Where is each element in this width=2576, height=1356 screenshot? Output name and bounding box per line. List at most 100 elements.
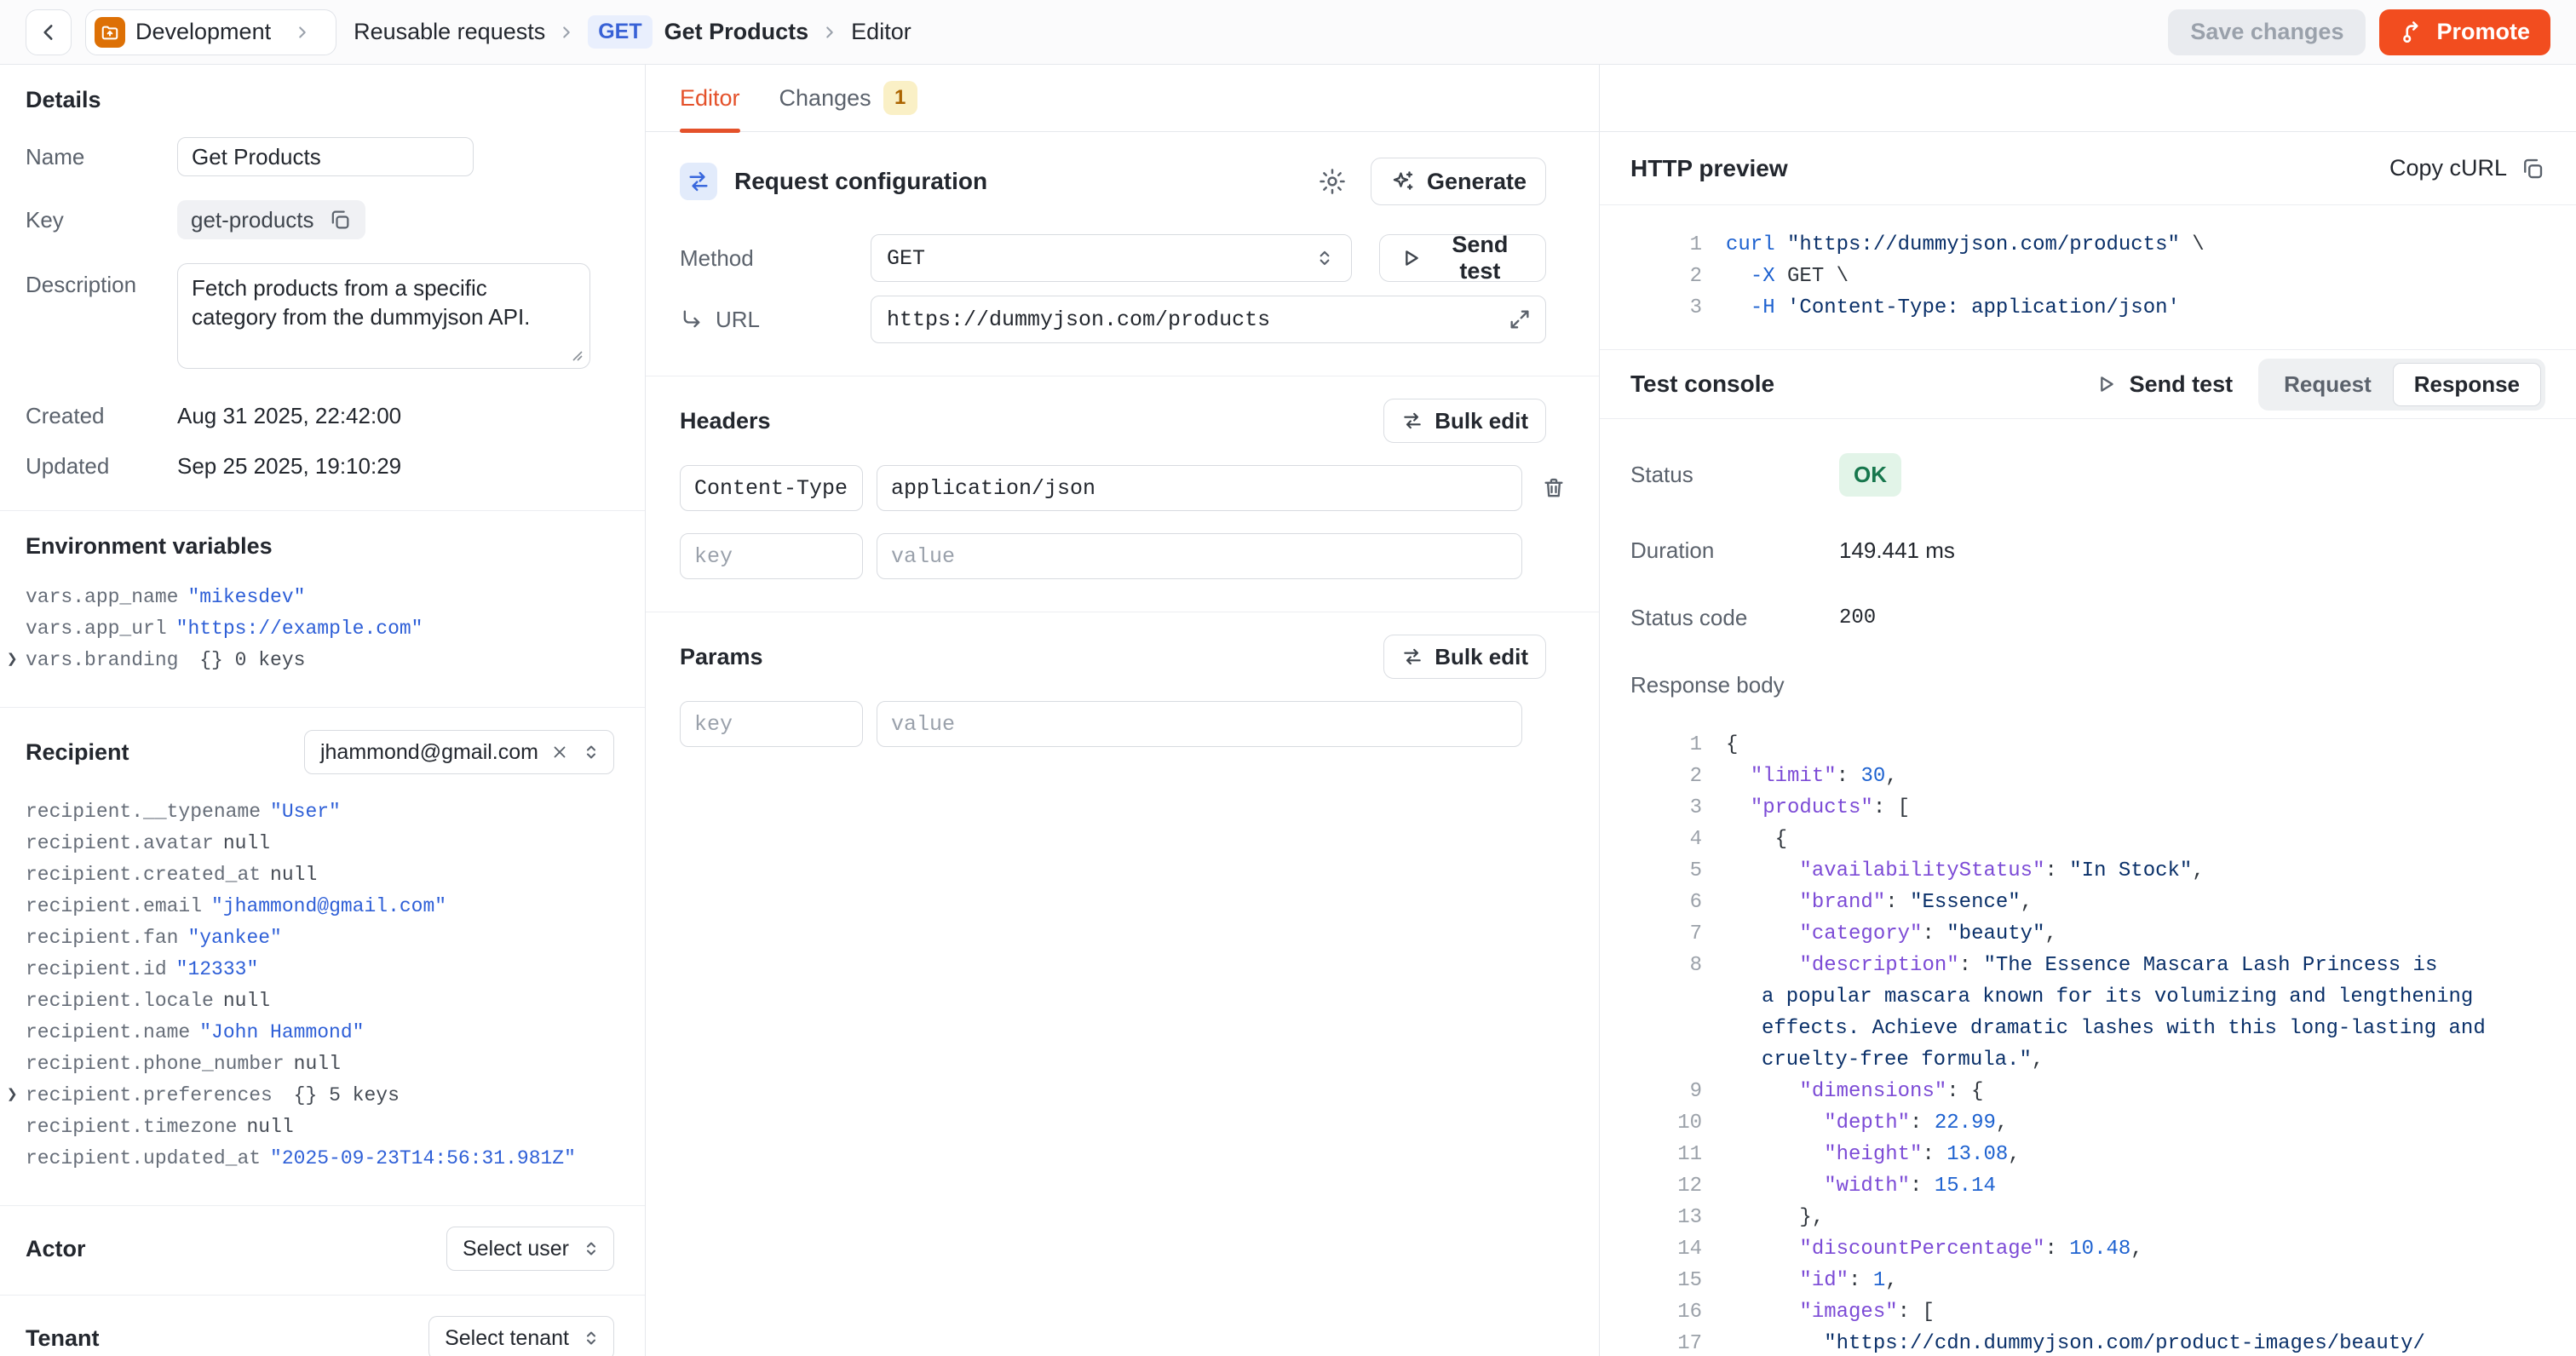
variable-row: vars.app_url"https://example.com" bbox=[26, 613, 614, 645]
recipient-property-row: recipient.avatarnull bbox=[26, 828, 614, 859]
actor-title: Actor bbox=[26, 1236, 86, 1262]
editor-panel: Editor Changes 1 Request configuration bbox=[646, 65, 1600, 1356]
request-configuration-section: Request configuration Generate Method bbox=[646, 132, 1599, 376]
breadcrumb-request-name[interactable]: Get Products bbox=[664, 19, 809, 45]
variable-row: vars.app_name"mikesdev" bbox=[26, 582, 614, 613]
panel-top-strip bbox=[1600, 65, 2576, 132]
recipient-property-row: recipient.localenull bbox=[26, 985, 614, 1017]
updated-value: Sep 25 2025, 19:10:29 bbox=[177, 453, 401, 480]
recipient-property-row: recipient.updated_at"2025-09-23T14:56:31… bbox=[26, 1143, 614, 1175]
details-sidebar: Details Name Key get-products Descriptio… bbox=[0, 65, 646, 1356]
request-response-toggle: Request Response bbox=[2258, 359, 2545, 411]
header-row: Content-Type application/json bbox=[680, 465, 1546, 511]
recipient-title: Recipient bbox=[26, 739, 129, 766]
breadcrumb-editor[interactable]: Editor bbox=[851, 19, 911, 45]
back-button[interactable] bbox=[26, 9, 72, 55]
code-line: 15 "id": 1, bbox=[1630, 1265, 2552, 1296]
header-key-input[interactable]: Content-Type bbox=[680, 465, 863, 511]
headers-bulk-edit-button[interactable]: Bulk edit bbox=[1383, 399, 1546, 443]
params-bulk-edit-button[interactable]: Bulk edit bbox=[1383, 635, 1546, 679]
environment-switcher[interactable]: Development bbox=[85, 9, 336, 55]
recipient-select[interactable]: jhammond@gmail.com bbox=[304, 730, 614, 774]
method-badge: GET bbox=[588, 15, 652, 49]
tab-editor[interactable]: Editor bbox=[680, 65, 740, 131]
sparkles-icon bbox=[1390, 169, 1416, 194]
params-title: Params bbox=[680, 644, 763, 670]
editor-tabs: Editor Changes 1 bbox=[646, 65, 1599, 132]
chevron-right-icon bbox=[820, 23, 839, 42]
expand-icon[interactable] bbox=[1508, 307, 1532, 331]
resize-handle-icon[interactable] bbox=[568, 347, 584, 362]
recipient-property-row: recipient.email"jhammond@gmail.com" bbox=[26, 891, 614, 922]
header-value-input[interactable]: value bbox=[877, 533, 1522, 579]
status-code-value: 200 bbox=[1839, 606, 1876, 629]
chevron-left-icon bbox=[37, 21, 60, 43]
code-line: 8 "description": "The Essence Mascara La… bbox=[1630, 950, 2552, 981]
code-line: effects. Achieve dramatic lashes with th… bbox=[1630, 1013, 2552, 1044]
promote-button[interactable]: Promote bbox=[2379, 9, 2550, 55]
expand-chevron-icon[interactable]: ❯ bbox=[7, 645, 18, 676]
test-console-header: Test console Send test Request Response bbox=[1600, 349, 2576, 419]
request-configuration-title: Request configuration bbox=[734, 168, 987, 195]
toggle-response[interactable]: Response bbox=[2393, 363, 2541, 406]
name-label: Name bbox=[26, 144, 177, 170]
param-key-input[interactable]: key bbox=[680, 701, 863, 747]
chevron-up-down-icon bbox=[581, 1238, 601, 1259]
tab-changes[interactable]: Changes 1 bbox=[779, 65, 917, 131]
copy-curl-button[interactable]: Copy cURL bbox=[2389, 155, 2545, 181]
updated-label: Updated bbox=[26, 453, 177, 480]
corner-down-right-icon bbox=[680, 307, 704, 331]
code-line: 7 "category": "beauty", bbox=[1630, 918, 2552, 950]
tenant-select[interactable]: Select tenant bbox=[428, 1316, 614, 1356]
recipient-property-row: recipient.fan"yankee" bbox=[26, 922, 614, 954]
bulk-edit-icon bbox=[1401, 646, 1423, 668]
http-preview-header: HTTP preview Copy cURL bbox=[1600, 132, 2576, 205]
curl-code-block: 1curl "https://dummyjson.com/products" \… bbox=[1600, 205, 2576, 349]
param-value-input[interactable]: value bbox=[877, 701, 1522, 747]
test-console-body: Status OK Duration 149.441 ms Status cod… bbox=[1600, 419, 2576, 724]
bulk-edit-icon bbox=[1401, 410, 1423, 432]
promote-icon bbox=[2400, 20, 2425, 45]
code-line: 5 "availabilityStatus": "In Stock", bbox=[1630, 855, 2552, 887]
key-label: Key bbox=[26, 207, 177, 233]
recipient-property-row: recipient.name"John Hammond" bbox=[26, 1017, 614, 1049]
chevron-right-icon bbox=[293, 23, 312, 42]
url-label: URL bbox=[716, 307, 760, 333]
send-test-button[interactable]: Send test bbox=[1379, 234, 1546, 282]
recipient-property-row: recipient.timezonenull bbox=[26, 1112, 614, 1143]
top-bar: Development Reusable requests GET Get Pr… bbox=[0, 0, 2576, 65]
description-textarea[interactable]: Fetch products from a specific category … bbox=[177, 263, 590, 369]
code-line: a popular mascara known for its volumizi… bbox=[1630, 981, 2552, 1013]
recipient-property-row: recipient.id"12333" bbox=[26, 954, 614, 985]
tenant-title: Tenant bbox=[26, 1325, 100, 1352]
recipient-property-row: recipient.created_atnull bbox=[26, 859, 614, 891]
http-preview-title: HTTP preview bbox=[1630, 155, 1788, 182]
recipient-property-row: recipient.phone_numbernull bbox=[26, 1049, 614, 1080]
name-input[interactable] bbox=[177, 137, 474, 176]
chevron-up-down-icon bbox=[1314, 247, 1336, 269]
clear-icon[interactable] bbox=[550, 743, 569, 761]
recipient-property-row: recipient.__typename"User" bbox=[26, 796, 614, 828]
copy-icon[interactable] bbox=[328, 208, 352, 232]
breadcrumb-reusable-requests[interactable]: Reusable requests bbox=[354, 19, 545, 45]
header-value-input[interactable]: application/json bbox=[877, 465, 1522, 511]
gear-icon[interactable] bbox=[1318, 167, 1347, 196]
actor-select[interactable]: Select user bbox=[446, 1227, 614, 1271]
environment-label: Development bbox=[135, 19, 271, 45]
headers-title: Headers bbox=[680, 408, 771, 434]
save-changes-button[interactable]: Save changes bbox=[2168, 9, 2366, 55]
generate-button[interactable]: Generate bbox=[1371, 158, 1546, 205]
code-line: 2 -X GET \ bbox=[1630, 261, 2552, 292]
expand-chevron-icon[interactable]: ❯ bbox=[7, 1080, 18, 1112]
created-value: Aug 31 2025, 22:42:00 bbox=[177, 403, 401, 429]
header-key-input[interactable]: key bbox=[680, 533, 863, 579]
console-send-test-button[interactable]: Send test bbox=[2094, 371, 2234, 398]
delete-header-button[interactable] bbox=[1541, 469, 1567, 507]
code-line: 2 "limit": 30, bbox=[1630, 761, 2552, 792]
environment-variables-title: Environment variables bbox=[26, 533, 614, 560]
url-input[interactable]: https://dummyjson.com/products bbox=[871, 296, 1546, 343]
code-line: 16 "images": [ bbox=[1630, 1296, 2552, 1328]
code-line: 1{ bbox=[1630, 729, 2552, 761]
method-select[interactable]: GET bbox=[871, 234, 1352, 282]
toggle-request[interactable]: Request bbox=[2263, 363, 2393, 406]
